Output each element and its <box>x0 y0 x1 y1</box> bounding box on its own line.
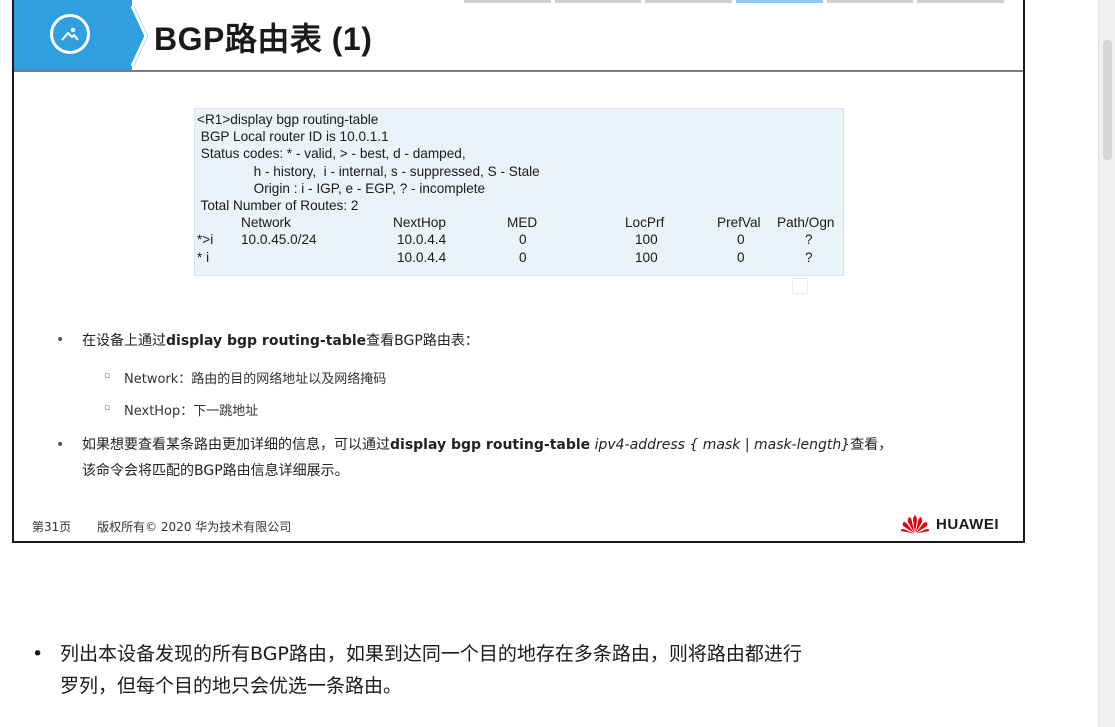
slide: BGP路由表 (1) <R1>display bgp routing-table… <box>12 0 1025 543</box>
notes-line-2: 罗列，但每个目的地只会优选一条路由。 <box>60 675 403 697</box>
notes-bullet-dot: • <box>32 643 44 665</box>
route-flag: *>i <box>197 232 214 248</box>
route-prefval: 0 <box>737 232 745 248</box>
notes-text: 列出本设备发现的所有BGP路由，如果到达同一个目的地存在多条路由，则将路由都进行… <box>60 638 1020 702</box>
cli-line: Origin : i - IGP, e - EGP, ? - incomplet… <box>197 180 486 196</box>
sub-bullet-network: Network：路由的目的网络地址以及网络掩码 <box>124 372 387 387</box>
decorative-square <box>792 278 808 294</box>
route-path: ? <box>805 249 813 265</box>
command-text: display bgp routing-table <box>390 437 591 453</box>
col-header-prefval: PrefVal <box>717 215 761 231</box>
command-text: display bgp routing-table <box>166 333 367 349</box>
route-med: 0 <box>519 249 527 265</box>
col-header-locprf: LocPrf <box>625 215 665 231</box>
col-header-nexthop: NextHop <box>393 215 446 231</box>
sub-bullet-mark: ▫ <box>104 371 111 381</box>
notes-line-1: 列出本设备发现的所有BGP路由，如果到达同一个目的地存在多条路由，则将路由都进行 <box>60 643 802 665</box>
slide-title: BGP路由表 (1) <box>154 21 373 57</box>
cli-table-row: * i 10.0.4.4 0 100 0 ? <box>197 249 843 266</box>
bullet-1: 在设备上通过display bgp routing-table查看BGP路由表： <box>82 333 479 349</box>
route-locprf: 100 <box>635 232 658 248</box>
sub-bullet-mark: ▫ <box>104 403 111 413</box>
route-locprf: 100 <box>635 249 658 265</box>
cli-table-header: Network NextHop MED LocPrf PrefVal Path/… <box>197 214 843 231</box>
route-med: 0 <box>519 232 527 248</box>
cli-line: h - history, i - internal, s - suppresse… <box>197 163 540 179</box>
bullet-2-continued: 该命令会将匹配的BGP路由信息详细展示。 <box>82 463 349 479</box>
cli-line: Total Number of Routes: 2 <box>197 197 359 213</box>
huawei-petal-icon <box>900 515 930 534</box>
col-header-path: Path/Ogn <box>777 215 835 231</box>
copyright: 版权所有© 2020 华为技术有限公司 <box>97 520 292 534</box>
cli-table-row: *>i 10.0.45.0/24 10.0.4.4 0 100 0 ? <box>197 231 843 248</box>
route-prefval: 0 <box>737 249 745 265</box>
header-divider <box>14 70 1023 72</box>
section-progress-strip <box>464 0 1005 3</box>
cli-line: <R1>display bgp routing-table <box>197 112 379 127</box>
route-path: ? <box>805 232 813 248</box>
route-flag: * i <box>197 249 210 265</box>
route-nexthop: 10.0.4.4 <box>397 249 447 265</box>
command-args: ipv4-address { mask | mask-length} <box>594 437 851 453</box>
cli-line: Status codes: * - valid, > - best, d - d… <box>197 146 466 162</box>
cli-output-box: <R1>display bgp routing-table BGP Local … <box>194 108 844 276</box>
brand-name: HUAWEI <box>936 515 999 533</box>
page-number: 第31页 <box>32 520 72 534</box>
image-icon <box>50 14 90 54</box>
bullet-dot: • <box>56 437 65 453</box>
route-network: 10.0.45.0/24 <box>241 232 317 248</box>
cli-line: BGP Local router ID is 10.0.1.1 <box>197 129 389 145</box>
bullet-dot: • <box>56 332 65 348</box>
sub-bullet-nexthop: NextHop：下一跳地址 <box>124 404 259 419</box>
scrollbar-thumb[interactable] <box>1103 40 1112 160</box>
col-header-med: MED <box>507 215 538 231</box>
chevron-icon <box>118 6 148 66</box>
bullet-2: 如果想要查看某条路由更加详细的信息，可以通过display bgp routin… <box>82 437 893 453</box>
footer: 第31页 版权所有© 2020 华为技术有限公司 <box>32 518 313 535</box>
huawei-logo: HUAWEI <box>900 514 999 534</box>
col-header-network: Network <box>241 215 291 231</box>
route-nexthop: 10.0.4.4 <box>397 232 447 248</box>
vertical-scrollbar[interactable] <box>1098 0 1115 727</box>
